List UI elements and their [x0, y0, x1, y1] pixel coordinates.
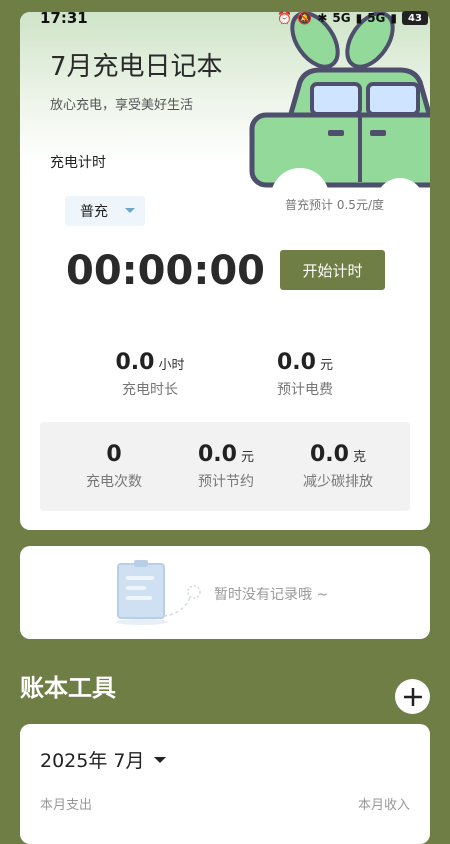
bluetooth-icon: ✱ — [317, 11, 328, 25]
stat-carbon: 0.0 克 减少碳排放 — [284, 442, 392, 491]
charge-mode-select[interactable]: 普充 — [65, 196, 145, 226]
stat-count: 0 充电次数 — [60, 442, 168, 491]
stat-carbon-unit: 克 — [352, 450, 366, 465]
timer-card: 7月充电日记本 放心充电，享受美好生活 充电计时 普充 普充预计 0.5元/度 … — [20, 12, 430, 530]
add-button[interactable] — [395, 679, 430, 714]
chevron-down-icon — [125, 208, 135, 213]
tools-section-title: 账本工具 — [20, 674, 116, 702]
page-title: 7月充电日记本 — [50, 52, 223, 82]
battery-icon: 43 — [402, 11, 428, 25]
alarm-icon: ⏰ — [277, 11, 293, 25]
page-subtitle: 放心充电，享受美好生活 — [50, 98, 194, 113]
stat-saving: 0.0 元 预计节约 — [172, 442, 280, 491]
stat-cost: 0.0 元 预计电费 — [245, 350, 365, 399]
stat-saving-unit: 元 — [240, 450, 254, 465]
price-note: 普充预计 0.5元/度 — [285, 198, 384, 212]
summary-stats-box: 0 充电次数 0.0 元 预计节约 0.0 克 减少碳排放 — [40, 422, 410, 511]
month-value: 2025年 7月 — [40, 750, 145, 772]
stat-count-value: 0 — [106, 442, 122, 467]
charge-mode-value: 普充 — [80, 204, 108, 220]
stat-saving-label: 预计节约 — [198, 474, 254, 490]
status-icons: ⏰ 🔕 ✱ 5G ▮ 5G ▮ 43 — [277, 11, 428, 25]
caret-down-icon — [154, 756, 167, 763]
timer-display: 00:00:00 — [66, 248, 265, 294]
stat-carbon-label: 减少碳排放 — [303, 474, 373, 490]
timer-section-label: 充电计时 — [50, 155, 106, 171]
stat-duration-unit: 小时 — [158, 358, 185, 373]
ledger-expense-label: 本月支出 — [40, 798, 93, 813]
empty-records-text: 暂时没有记录哦 ~ — [214, 587, 329, 603]
records-card: 暂时没有记录哦 ~ — [20, 546, 430, 639]
signal-icon-2: ▮ — [390, 11, 397, 25]
plus-icon — [403, 687, 422, 706]
stat-duration-label: 充电时长 — [122, 382, 178, 398]
status-bar: 17:31 ⏰ 🔕 ✱ 5G ▮ 5G ▮ 43 — [0, 0, 450, 36]
stat-duration: 0.0 小时 充电时长 — [90, 350, 210, 399]
signal-icon: ▮ — [355, 11, 363, 25]
status-time: 17:31 — [40, 9, 88, 27]
ledger-card: 2025年 7月 本月支出 本月收入 — [20, 724, 430, 844]
stat-saving-value: 0.0 — [198, 442, 237, 467]
empty-clipboard-icon — [116, 560, 201, 625]
month-selector[interactable]: 2025年 7月 — [40, 746, 167, 773]
stat-cost-unit: 元 — [319, 358, 333, 373]
stat-carbon-value: 0.0 — [310, 442, 349, 467]
mute-icon: 🔕 — [297, 11, 313, 25]
signal-label-1: 5G — [332, 11, 351, 25]
start-timer-button[interactable]: 开始计时 — [280, 250, 385, 290]
ledger-income-label: 本月收入 — [357, 798, 410, 813]
signal-label-2: 5G — [367, 11, 386, 25]
stat-duration-value: 0.0 — [115, 350, 155, 375]
stat-cost-value: 0.0 — [277, 350, 316, 375]
stat-cost-label: 预计电费 — [277, 382, 333, 398]
stat-count-label: 充电次数 — [86, 474, 142, 490]
